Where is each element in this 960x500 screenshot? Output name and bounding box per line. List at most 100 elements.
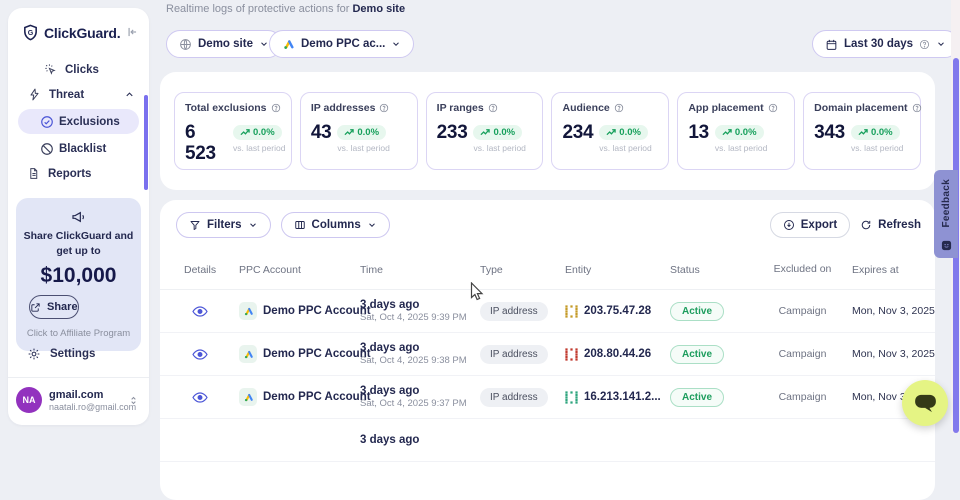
exclusions-table-panel: Filters Columns Export Refresh Details P… (160, 200, 935, 500)
export-button[interactable]: Export (770, 212, 850, 238)
export-label: Export (801, 219, 837, 231)
stat-delta: 0.0% (253, 127, 275, 138)
trend-up-icon (480, 128, 490, 136)
help-icon[interactable] (271, 103, 281, 113)
promo-text: Share ClickGuard and get up to (23, 229, 134, 259)
account-name: Demo PPC Account (263, 391, 371, 403)
stat-card-app-placement: App placement 13 0.0% vs. last period (677, 92, 795, 170)
trend-up-icon (240, 128, 250, 136)
up-down-chevrons-icon (128, 395, 139, 406)
stat-card-audience: Audience 234 0.0% vs. last period (551, 92, 669, 170)
funnel-icon (189, 219, 201, 231)
help-icon[interactable] (379, 103, 389, 113)
stat-label: App placement (688, 102, 763, 114)
help-icon[interactable] (488, 103, 498, 113)
stat-card-domain-placement: Domain placement 343 0.0% vs. last perio… (803, 92, 921, 170)
ip-identicon (565, 391, 578, 404)
date-range-dropdown[interactable]: Last 30 days (812, 30, 959, 58)
account-name: Demo PPC Account (263, 348, 371, 360)
refresh-button[interactable]: Refresh (860, 219, 921, 231)
sidebar-item-reports[interactable]: Reports (8, 161, 149, 186)
sidebar-item-clicks[interactable]: Clicks (8, 57, 149, 82)
logo: G ClickGuard. (8, 8, 149, 51)
help-icon[interactable] (912, 103, 922, 113)
chat-widget-button[interactable] (902, 380, 948, 426)
site-filter-label: Demo site (198, 38, 253, 50)
user-email: naatali.ro@gmail.com (49, 402, 128, 412)
col-header-entity: Entity (565, 264, 670, 276)
stat-sub: vs. last period (715, 143, 767, 153)
affiliate-promo-card[interactable]: Share ClickGuard and get up to $10,000 S… (16, 198, 141, 351)
excluded-on-value: Campaign (765, 391, 840, 403)
feedback-tab[interactable]: Feedback (934, 170, 958, 258)
stat-sub: vs. last period (851, 143, 903, 153)
col-header-status: Status (670, 264, 765, 276)
sidebar: G ClickGuard. Clicks Threat Excl (8, 8, 149, 425)
sidebar-scrollbar-thumb[interactable] (144, 95, 148, 190)
trend-up-icon (722, 128, 732, 136)
view-details-eye-icon[interactable] (184, 348, 239, 361)
date-range-label: Last 30 days (844, 38, 913, 50)
col-header-time: Time (360, 264, 480, 276)
feedback-label: Feedback (941, 179, 952, 228)
site-filter-dropdown[interactable]: Demo site (166, 30, 282, 58)
trend-up-icon (344, 128, 354, 136)
chevron-up-icon (124, 89, 135, 100)
stat-value: 43 (311, 123, 332, 144)
view-details-eye-icon[interactable] (184, 305, 239, 318)
subtitle-site-name: Demo site (352, 3, 405, 15)
sidebar-item-exclusions[interactable]: Exclusions (18, 109, 139, 134)
clickguard-shield-icon: G (22, 24, 39, 41)
external-link-icon (30, 302, 41, 313)
time-relative: 3 days ago (360, 434, 480, 446)
stat-delta: 0.0% (871, 127, 893, 138)
trend-up-icon (606, 128, 616, 136)
stat-sub: vs. last period (473, 143, 525, 153)
status-badge: Active (670, 388, 724, 407)
col-header-details: Details (184, 264, 239, 276)
stat-label: IP addresses (311, 102, 376, 114)
stat-sub: vs. last period (233, 143, 281, 153)
sidebar-item-blacklist[interactable]: Blacklist (8, 136, 149, 161)
excluded-on-value: Campaign (765, 348, 840, 360)
stat-label: Audience (562, 102, 609, 114)
help-icon[interactable] (614, 103, 624, 113)
sidebar-nav: Clicks Threat Exclusions Blacklist (8, 57, 149, 186)
share-button[interactable]: Share (29, 295, 79, 319)
sidebar-item-threat[interactable]: Threat (8, 82, 149, 107)
trend-up-icon (858, 128, 868, 136)
svg-text:G: G (28, 29, 34, 37)
table-row: 3 days ago (160, 419, 935, 462)
settings-label: Settings (50, 348, 95, 360)
collapse-sidebar-icon[interactable] (125, 25, 139, 39)
stat-value: 13 (688, 123, 709, 144)
table-row: Demo PPC Account 3 days ago Sat, Oct 4, … (160, 376, 935, 419)
stat-value: 343 (814, 123, 845, 144)
nav-label: Clicks (65, 64, 99, 76)
expires-at-value: Mon, Nov 3, 2025 (840, 305, 935, 317)
account-switcher[interactable]: NA gmail.com naatali.ro@gmail.com (8, 378, 149, 425)
status-badge: Active (670, 345, 724, 364)
time-absolute: Sat, Oct 4, 2025 9:39 PM (360, 312, 480, 323)
stat-value: 233 (437, 123, 468, 144)
stat-label: IP ranges (437, 102, 484, 114)
view-details-eye-icon[interactable] (184, 391, 239, 404)
excluded-on-value: Campaign (765, 305, 840, 317)
export-download-icon (783, 219, 795, 231)
stat-label: Domain placement (814, 102, 907, 114)
sidebar-item-settings[interactable]: Settings (8, 341, 149, 367)
stat-value: 6 523 (185, 123, 227, 165)
ip-identicon (565, 348, 578, 361)
ppc-account-filter-dropdown[interactable]: Demo PPC ac... (269, 30, 414, 58)
ppc-filter-label: Demo PPC ac... (301, 38, 385, 50)
chevron-down-icon (936, 39, 946, 49)
stat-card-total-exclusions: Total exclusions 6 523 0.0% vs. last per… (174, 92, 292, 170)
promo-footnote: Click to Affiliate Program (23, 328, 134, 339)
filters-button[interactable]: Filters (176, 212, 271, 238)
col-header-expires-at: Expires at (840, 264, 923, 276)
help-icon[interactable] (768, 103, 778, 113)
account-name: Demo PPC Account (263, 305, 371, 317)
lightning-icon (28, 88, 41, 101)
columns-button[interactable]: Columns (281, 212, 390, 238)
gear-icon (27, 347, 41, 361)
